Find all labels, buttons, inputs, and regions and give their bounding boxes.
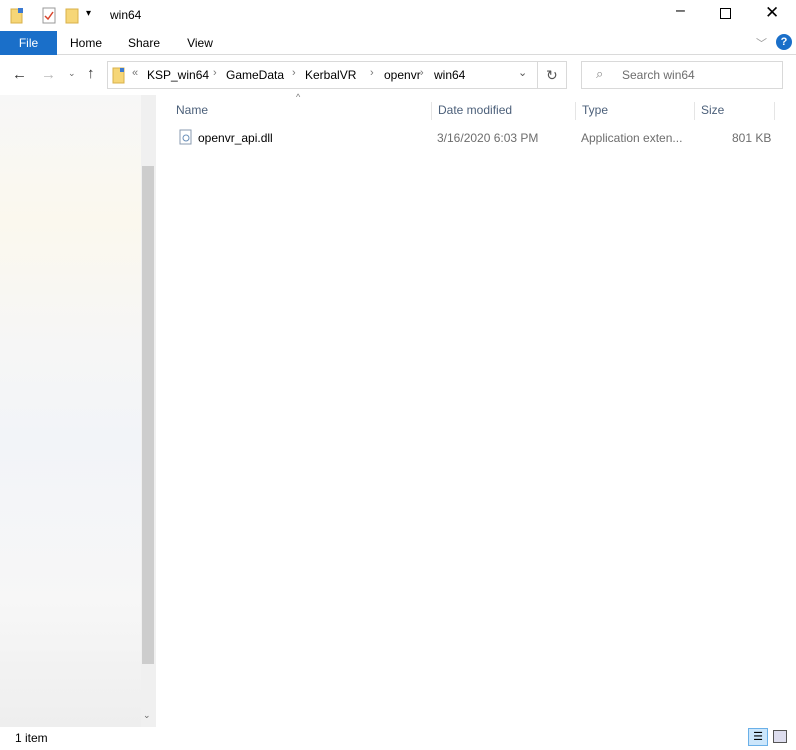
close-icon[interactable]: ✕: [765, 3, 779, 23]
crumb-openvr[interactable]: openvr: [384, 68, 421, 82]
recent-locations-icon[interactable]: ⌄: [68, 68, 76, 79]
scrollbar-thumb[interactable]: [142, 166, 154, 664]
navigation-pane[interactable]: [0, 95, 156, 727]
crumb-win64[interactable]: win64: [434, 68, 465, 82]
folder-icon: [112, 67, 125, 84]
minimize-icon[interactable]: –: [676, 2, 685, 20]
status-item-count: 1 item: [15, 731, 48, 745]
new-folder-icon[interactable]: [65, 7, 79, 24]
new-doc-icon[interactable]: [42, 7, 56, 24]
crumb-ksp[interactable]: KSP_win64: [147, 68, 209, 82]
scroll-down-icon[interactable]: ⌄: [143, 710, 151, 721]
expand-ribbon-icon[interactable]: ﹀: [756, 35, 767, 51]
overflow-icon[interactable]: «: [132, 67, 138, 79]
quick-access-dropdown-icon[interactable]: ▾: [86, 8, 91, 19]
address-bar[interactable]: « KSP_win64 › GameData › KerbalVR › open…: [107, 61, 538, 89]
refresh-icon: ↻: [546, 67, 558, 83]
window-title: win64: [110, 8, 142, 22]
tab-file[interactable]: File: [0, 31, 57, 55]
crumb-kerbalvr[interactable]: KerbalVR: [305, 68, 356, 82]
help-icon[interactable]: ?: [776, 34, 792, 50]
large-icons-view-icon[interactable]: [773, 730, 787, 743]
maximize-icon[interactable]: [720, 8, 731, 19]
forward-icon[interactable]: →: [41, 66, 56, 83]
title-bar: ▾ win64 – ✕: [0, 0, 796, 31]
details-view-icon[interactable]: ☰: [748, 728, 768, 746]
column-type[interactable]: Type: [575, 102, 695, 120]
dll-file-icon: [179, 129, 192, 145]
search-placeholder: Search win64: [622, 68, 695, 82]
crumb-gamedata[interactable]: GameData: [226, 68, 284, 82]
refresh-button[interactable]: ↻: [537, 61, 567, 89]
address-dropdown-icon[interactable]: ⌄: [518, 66, 527, 79]
back-icon[interactable]: ←: [12, 66, 27, 83]
file-type: Application exten...: [581, 131, 683, 145]
tab-view[interactable]: View: [176, 31, 224, 55]
column-name[interactable]: Name: [170, 102, 432, 120]
up-icon[interactable]: ↑: [87, 65, 95, 82]
search-input[interactable]: ⌕ Search win64: [581, 61, 783, 89]
ribbon: File Home Share View ﹀ ?: [0, 31, 796, 55]
column-date[interactable]: Date modified: [431, 102, 576, 120]
search-icon: ⌕: [596, 66, 604, 81]
column-size[interactable]: Size: [694, 102, 775, 120]
tab-share[interactable]: Share: [118, 31, 170, 55]
file-date: 3/16/2020 6:03 PM: [437, 131, 539, 145]
sort-ascending-icon: ^: [296, 92, 301, 102]
properties-icon[interactable]: [10, 7, 24, 24]
tab-home[interactable]: Home: [60, 31, 112, 55]
file-name[interactable]: openvr_api.dll: [198, 131, 273, 145]
file-size: 801 KB: [732, 131, 772, 145]
